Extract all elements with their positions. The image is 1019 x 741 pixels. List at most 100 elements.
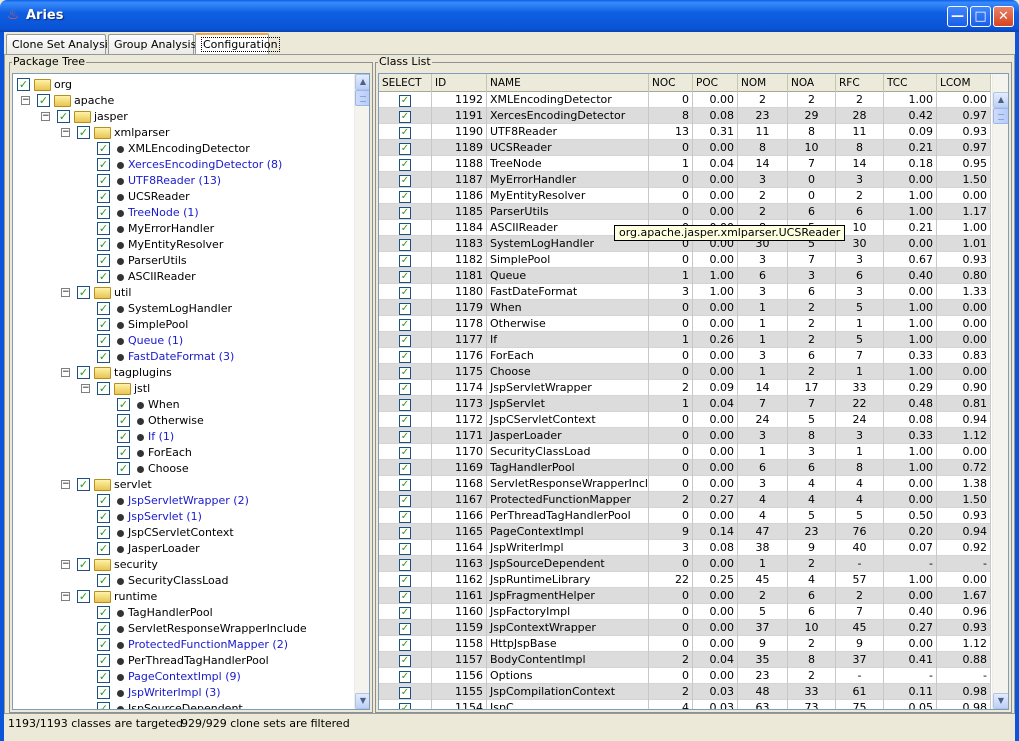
table-row[interactable]: ✓ 1171 JasperLoader 0 0.00 3 8 3 0.33 1.12 [379, 428, 991, 444]
collapse-icon[interactable]: − [61, 288, 70, 297]
collapse-icon[interactable]: − [21, 96, 30, 105]
checkbox-checked-icon[interactable]: ✓ [77, 126, 90, 139]
select-checkbox[interactable]: ✓ [399, 239, 411, 251]
tree-class-node[interactable]: ✓ ParserUtils [13, 253, 354, 269]
table-row[interactable]: ✓ 1163 JspSourceDependent 0 0.00 1 2- - - [379, 556, 991, 572]
tree-package-node[interactable]: − ✓ tagplugins [13, 365, 354, 381]
select-checkbox[interactable]: ✓ [399, 303, 411, 315]
select-checkbox[interactable]: ✓ [399, 335, 411, 347]
select-checkbox[interactable]: ✓ [399, 655, 411, 667]
tree-vertical-scrollbar[interactable]: ▲ ▼ [354, 74, 369, 709]
collapse-icon[interactable]: − [41, 112, 50, 121]
column-header-id[interactable]: ID [432, 74, 487, 92]
table-row[interactable]: ✓ 1158 HttpJspBase 0 0.00 9 2 9 0.00 1.12 [379, 636, 991, 652]
table-row[interactable]: ✓ 1181 Queue 1 1.00 6 3 6 0.40 0.80 [379, 268, 991, 284]
checkbox-checked-icon[interactable]: ✓ [117, 430, 130, 443]
checkbox-checked-icon[interactable]: ✓ [97, 638, 110, 651]
checkbox-checked-icon[interactable]: ✓ [97, 510, 110, 523]
tree-class-node[interactable]: ✓ JspServlet (1) [13, 509, 354, 525]
collapse-icon[interactable]: − [61, 368, 70, 377]
column-header-nom[interactable]: NOM [738, 74, 788, 92]
checkbox-checked-icon[interactable]: ✓ [97, 526, 110, 539]
tree-class-node[interactable]: ✓ PerThreadTagHandlerPool [13, 653, 354, 669]
tree-class-node[interactable]: ✓ SystemLogHandler [13, 301, 354, 317]
tree-package-node[interactable]: ✓ org [13, 77, 354, 93]
table-row[interactable]: ✓ 1189 UCSReader 0 0.00 8 10 8 0.21 0.97 [379, 140, 991, 156]
select-checkbox[interactable]: ✓ [399, 527, 411, 539]
select-checkbox[interactable]: ✓ [399, 111, 411, 123]
checkbox-checked-icon[interactable]: ✓ [57, 110, 70, 123]
tree-class-node[interactable]: ✓ TagHandlerPool [13, 605, 354, 621]
select-checkbox[interactable]: ✓ [399, 383, 411, 395]
select-checkbox[interactable]: ✓ [399, 495, 411, 507]
maximize-button[interactable]: □ [970, 6, 991, 27]
select-checkbox[interactable]: ✓ [399, 319, 411, 331]
checkbox-checked-icon[interactable]: ✓ [97, 206, 110, 219]
scroll-down-button[interactable]: ▼ [355, 693, 369, 709]
tree-package-node[interactable]: − ✓ jstl [13, 381, 354, 397]
table-row[interactable]: ✓ 1192 XMLEncodingDetector 0 0.00 2 2 2 1.00 0.00 [379, 92, 991, 108]
table-row[interactable]: ✓ 1169 TagHandlerPool 0 0.00 6 6 8 1.00 0.72 [379, 460, 991, 476]
scroll-up-button[interactable]: ▲ [993, 92, 1008, 108]
checkbox-checked-icon[interactable]: ✓ [97, 686, 110, 699]
tree-class-node[interactable]: ✓ MyEntityResolver [13, 237, 354, 253]
select-checkbox[interactable]: ✓ [399, 207, 411, 219]
select-checkbox[interactable]: ✓ [399, 399, 411, 411]
collapse-icon[interactable]: − [61, 592, 70, 601]
checkbox-checked-icon[interactable]: ✓ [97, 334, 110, 347]
table-row[interactable]: ✓ 1177 If 1 0.26 1 2 5 1.00 0.00 [379, 332, 991, 348]
checkbox-checked-icon[interactable]: ✓ [97, 382, 110, 395]
close-button[interactable]: ✕ [993, 6, 1014, 27]
tree-class-node[interactable]: ✓ JspSourceDependent [13, 701, 354, 709]
select-checkbox[interactable]: ✓ [399, 671, 411, 683]
tree-class-node[interactable]: ✓ JasperLoader [13, 541, 354, 557]
tree-class-node[interactable]: ✓ UCSReader [13, 189, 354, 205]
select-checkbox[interactable]: ✓ [399, 639, 411, 651]
checkbox-checked-icon[interactable]: ✓ [97, 654, 110, 667]
table-row[interactable]: ✓ 1179 When 0 0.00 1 2 5 1.00 0.00 [379, 300, 991, 316]
table-row[interactable]: ✓ 1188 TreeNode 1 0.04 14 7 14 0.18 0.95 [379, 156, 991, 172]
select-checkbox[interactable]: ✓ [399, 127, 411, 139]
column-header-rfc[interactable]: RFC [836, 74, 884, 92]
select-checkbox[interactable]: ✓ [399, 255, 411, 267]
checkbox-checked-icon[interactable]: ✓ [37, 94, 50, 107]
tree-class-node[interactable]: ✓ SimplePool [13, 317, 354, 333]
package-tree-view[interactable]: ✓ org − ✓ apache − ✓ jasper − ✓ xmlparser ✓ XMLEncod… [12, 73, 370, 710]
minimize-button[interactable]: — [947, 6, 968, 27]
tree-package-node[interactable]: − ✓ servlet [13, 477, 354, 493]
table-row[interactable]: ✓ 1166 PerThreadTagHandlerPool 0 0.00 4 5 5 0.50… [379, 508, 991, 524]
tree-package-node[interactable]: − ✓ util [13, 285, 354, 301]
tree-class-node[interactable]: ✓ JspWriterImpl (3) [13, 685, 354, 701]
checkbox-checked-icon[interactable]: ✓ [97, 574, 110, 587]
column-header-select[interactable]: SELECT [379, 74, 432, 92]
select-checkbox[interactable]: ✓ [399, 703, 411, 709]
select-checkbox[interactable]: ✓ [399, 543, 411, 555]
select-checkbox[interactable]: ✓ [399, 223, 411, 235]
select-checkbox[interactable]: ✓ [399, 351, 411, 363]
column-header-lcom[interactable]: LCOM [937, 74, 991, 92]
checkbox-checked-icon[interactable]: ✓ [97, 254, 110, 267]
table-row[interactable]: ✓ 1165 PageContextImpl 9 0.14 47 23 76 0.20 0.94 [379, 524, 991, 540]
select-checkbox[interactable]: ✓ [399, 687, 411, 699]
table-body[interactable]: ✓ 1192 XMLEncodingDetector 0 0.00 2 2 2 1.00 0.00… [379, 92, 991, 709]
checkbox-checked-icon[interactable]: ✓ [97, 670, 110, 683]
select-checkbox[interactable]: ✓ [399, 175, 411, 187]
select-checkbox[interactable]: ✓ [399, 575, 411, 587]
table-row[interactable]: ✓1168ServletResponseWrapperInclude00.003… [379, 476, 991, 492]
tree-class-node[interactable]: ✓ UTF8Reader (13) [13, 173, 354, 189]
checkbox-checked-icon[interactable]: ✓ [77, 590, 90, 603]
checkbox-checked-icon[interactable]: ✓ [97, 542, 110, 555]
checkbox-checked-icon[interactable]: ✓ [77, 366, 90, 379]
tree-class-node[interactable]: ✓ XMLEncodingDetector [13, 141, 354, 157]
tree-class-node[interactable]: ✓ ForEach [13, 445, 354, 461]
package-tree[interactable]: ✓ org − ✓ apache − ✓ jasper − ✓ xmlparser ✓ XMLEncod… [13, 74, 354, 709]
table-row[interactable]: ✓ 1157 BodyContentImpl 2 0.04 35 8 37 0.41 0.88 [379, 652, 991, 668]
tree-package-node[interactable]: − ✓ xmlparser [13, 125, 354, 141]
scroll-up-button[interactable]: ▲ [355, 74, 369, 90]
table-row[interactable]: ✓ 1178 Otherwise 0 0.00 1 2 1 1.00 0.00 [379, 316, 991, 332]
table-row[interactable]: ✓ 1174 JspServletWrapper 2 0.09 14 17 33 0.29 0.9… [379, 380, 991, 396]
select-checkbox[interactable]: ✓ [399, 271, 411, 283]
select-checkbox[interactable]: ✓ [399, 415, 411, 427]
checkbox-checked-icon[interactable]: ✓ [97, 350, 110, 363]
checkbox-checked-icon[interactable]: ✓ [117, 414, 130, 427]
